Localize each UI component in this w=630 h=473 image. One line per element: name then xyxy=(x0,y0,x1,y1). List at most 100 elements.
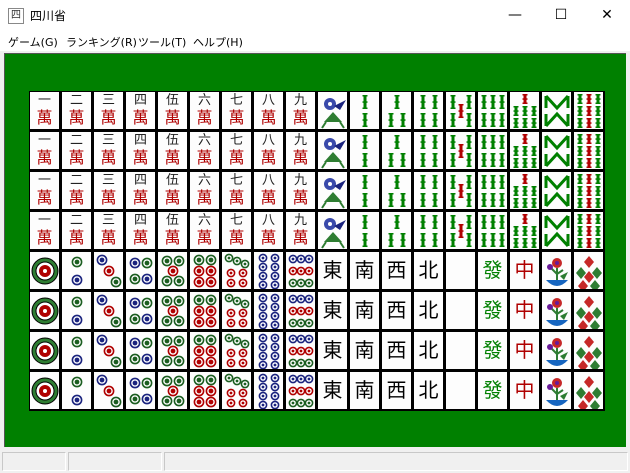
tile-bamboo-2[interactable] xyxy=(349,171,381,211)
tile-man-1[interactable]: 一萬 xyxy=(29,91,61,131)
tile-bamboo-4[interactable] xyxy=(413,91,445,131)
tile-west[interactable]: 西 xyxy=(381,371,413,411)
tile-circle-6[interactable] xyxy=(189,291,221,331)
tile-bamboo-6[interactable] xyxy=(477,171,509,211)
tile-circle-9[interactable] xyxy=(285,291,317,331)
tile-man-8[interactable]: 八萬 xyxy=(253,131,285,171)
title-bar[interactable]: 四 四川省 — ☐ ✕ xyxy=(0,0,630,31)
tile-west[interactable]: 西 xyxy=(381,331,413,371)
tile-bamboo-4[interactable] xyxy=(413,171,445,211)
tile-man-6[interactable]: 六萬 xyxy=(189,91,221,131)
tile-bamboo-3[interactable] xyxy=(381,91,413,131)
tile-white-dragon[interactable] xyxy=(445,331,477,371)
tile-east[interactable]: 東 xyxy=(317,251,349,291)
tile-circle-7[interactable] xyxy=(221,331,253,371)
tile-circle-6[interactable] xyxy=(189,251,221,291)
tile-man-1[interactable]: 一萬 xyxy=(29,211,61,251)
tile-man-1[interactable]: 一萬 xyxy=(29,131,61,171)
tile-man-5[interactable]: 伍萬 xyxy=(157,171,189,211)
close-button[interactable]: ✕ xyxy=(584,0,630,31)
tile-man-2[interactable]: 二萬 xyxy=(61,91,93,131)
tile-circle-2[interactable] xyxy=(61,291,93,331)
tile-circle-7[interactable] xyxy=(221,371,253,411)
tile-man-1[interactable]: 一萬 xyxy=(29,171,61,211)
tile-bamboo-5[interactable] xyxy=(445,211,477,251)
tile-season[interactable] xyxy=(573,371,605,411)
tile-bamboo-6[interactable] xyxy=(477,91,509,131)
tile-circle-4[interactable] xyxy=(125,291,157,331)
tile-circle-4[interactable] xyxy=(125,331,157,371)
tile-circle-8[interactable] xyxy=(253,371,285,411)
tile-circle-6[interactable] xyxy=(189,331,221,371)
tile-circle-3[interactable] xyxy=(93,251,125,291)
tile-circle-6[interactable] xyxy=(189,371,221,411)
tile-circle-4[interactable] xyxy=(125,371,157,411)
tile-circle-8[interactable] xyxy=(253,251,285,291)
tile-bamboo-1[interactable] xyxy=(317,171,349,211)
tile-bamboo-5[interactable] xyxy=(445,91,477,131)
tile-man-4[interactable]: 四萬 xyxy=(125,211,157,251)
tile-south[interactable]: 南 xyxy=(349,331,381,371)
tile-bamboo-1[interactable] xyxy=(317,131,349,171)
tile-man-6[interactable]: 六萬 xyxy=(189,211,221,251)
tile-man-9[interactable]: 九萬 xyxy=(285,91,317,131)
tile-bamboo-8[interactable] xyxy=(541,131,573,171)
tile-circle-9[interactable] xyxy=(285,331,317,371)
tile-bamboo-2[interactable] xyxy=(349,131,381,171)
tile-red-dragon[interactable]: 中 xyxy=(509,331,541,371)
tile-season[interactable] xyxy=(573,251,605,291)
tile-circle-5[interactable] xyxy=(157,291,189,331)
tile-circle-1[interactable] xyxy=(29,291,61,331)
tile-bamboo-5[interactable] xyxy=(445,131,477,171)
tile-circle-5[interactable] xyxy=(157,371,189,411)
tile-east[interactable]: 東 xyxy=(317,331,349,371)
tile-circle-7[interactable] xyxy=(221,251,253,291)
tile-red-dragon[interactable]: 中 xyxy=(509,371,541,411)
tile-bamboo-8[interactable] xyxy=(541,91,573,131)
tile-north[interactable]: 北 xyxy=(413,331,445,371)
tile-bamboo-9[interactable] xyxy=(573,91,605,131)
tile-south[interactable]: 南 xyxy=(349,291,381,331)
tile-man-4[interactable]: 四萬 xyxy=(125,171,157,211)
tile-bamboo-4[interactable] xyxy=(413,131,445,171)
tile-circle-1[interactable] xyxy=(29,331,61,371)
tile-bamboo-3[interactable] xyxy=(381,131,413,171)
tile-north[interactable]: 北 xyxy=(413,371,445,411)
tile-north[interactable]: 北 xyxy=(413,291,445,331)
tile-bamboo-7[interactable] xyxy=(509,131,541,171)
tile-man-8[interactable]: 八萬 xyxy=(253,171,285,211)
tile-flower[interactable] xyxy=(541,371,573,411)
tile-circle-9[interactable] xyxy=(285,251,317,291)
tile-circle-8[interactable] xyxy=(253,291,285,331)
tile-bamboo-6[interactable] xyxy=(477,131,509,171)
tile-season[interactable] xyxy=(573,291,605,331)
tile-bamboo-2[interactable] xyxy=(349,211,381,251)
tile-bamboo-3[interactable] xyxy=(381,211,413,251)
tile-bamboo-6[interactable] xyxy=(477,211,509,251)
tile-south[interactable]: 南 xyxy=(349,251,381,291)
tile-bamboo-7[interactable] xyxy=(509,91,541,131)
game-board[interactable]: 一萬二萬三萬四萬伍萬六萬七萬八萬九萬一萬二萬三萬四萬伍萬六萬七萬八萬九萬一萬二萬… xyxy=(4,53,626,447)
tile-bamboo-7[interactable] xyxy=(509,211,541,251)
tile-circle-3[interactable] xyxy=(93,291,125,331)
tile-bamboo-1[interactable] xyxy=(317,211,349,251)
tile-man-2[interactable]: 二萬 xyxy=(61,211,93,251)
tile-bamboo-1[interactable] xyxy=(317,91,349,131)
tile-circle-2[interactable] xyxy=(61,331,93,371)
tile-circle-3[interactable] xyxy=(93,331,125,371)
tile-man-2[interactable]: 二萬 xyxy=(61,171,93,211)
tile-bamboo-7[interactable] xyxy=(509,171,541,211)
tile-circle-9[interactable] xyxy=(285,371,317,411)
tile-red-dragon[interactable]: 中 xyxy=(509,251,541,291)
menu-game[interactable]: ゲーム(G) xyxy=(8,34,58,50)
tile-white-dragon[interactable] xyxy=(445,291,477,331)
tile-circle-4[interactable] xyxy=(125,251,157,291)
tile-green-dragon[interactable]: 發 xyxy=(477,371,509,411)
app-icon[interactable]: 四 xyxy=(8,8,24,24)
tile-circle-1[interactable] xyxy=(29,371,61,411)
maximize-button[interactable]: ☐ xyxy=(538,0,584,31)
tile-circle-5[interactable] xyxy=(157,331,189,371)
minimize-button[interactable]: — xyxy=(492,0,538,31)
tile-man-3[interactable]: 三萬 xyxy=(93,91,125,131)
tile-bamboo-9[interactable] xyxy=(573,131,605,171)
